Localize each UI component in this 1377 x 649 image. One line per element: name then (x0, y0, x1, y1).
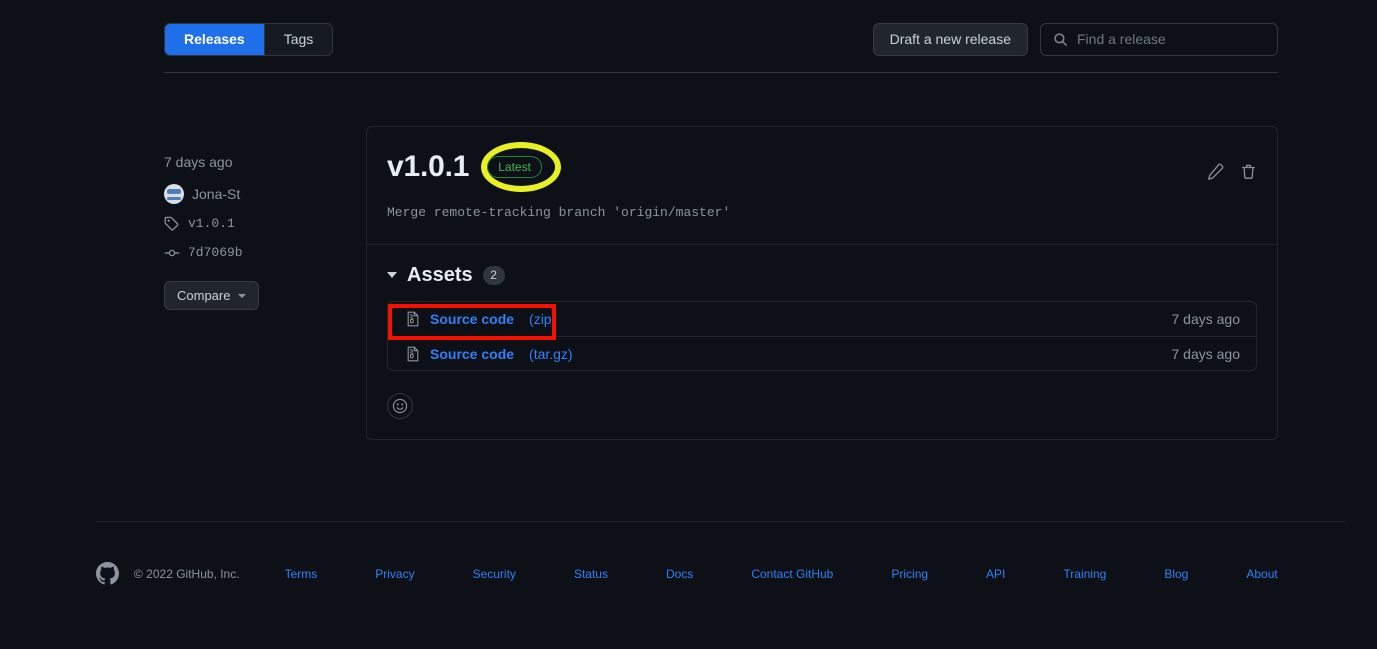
assets-count-badge: 2 (482, 265, 505, 285)
draft-new-release-button[interactable]: Draft a new release (872, 22, 1028, 56)
footer-link-contact-github[interactable]: Contact GitHub (751, 567, 833, 581)
asset-extension: (zip) (529, 311, 557, 327)
releases-tags-switch[interactable]: Releases Tags (164, 22, 334, 56)
releases-page: Releases Tags Draft a new release 7 days… (0, 0, 1377, 649)
footer-link-training[interactable]: Training (1063, 567, 1106, 581)
tag-icon (164, 216, 179, 231)
assets-list: Source code (zip) 7 days ago Source code… (387, 301, 1257, 371)
asset-link[interactable]: Source code (tar.gz) (405, 346, 573, 362)
release-tag[interactable]: v1.0.1 (164, 215, 354, 233)
search-icon (1054, 32, 1067, 46)
releases-toolbar: Releases Tags Draft a new release (164, 22, 1278, 56)
chevron-down-icon (238, 293, 247, 298)
assets-heading: Assets (407, 264, 473, 286)
asset-timestamp: 7 days ago (1171, 311, 1241, 327)
asset-timestamp: 7 days ago (1171, 345, 1241, 362)
footer-link-status[interactable]: Status (574, 567, 608, 581)
asset-extension: (tar.gz) (529, 345, 573, 362)
release-card-actions (1207, 163, 1257, 180)
release-card-body: Assets 2 Source code (zip) 7 days ago So… (367, 245, 1277, 439)
page-title: v1.0.1 (387, 150, 470, 183)
table-row[interactable]: Source code (tar.gz) 7 days ago (388, 336, 1256, 370)
release-commit-message: Merge remote-tracking branch 'origin/mas… (387, 205, 731, 220)
github-mark-icon (96, 562, 119, 585)
header-divider (164, 72, 1278, 73)
footer-link-about[interactable]: About (1246, 567, 1277, 581)
footer-copyright: © 2022 GitHub, Inc. (134, 566, 240, 581)
add-reaction-button[interactable] (387, 393, 413, 419)
table-row[interactable]: Source code (zip) 7 days ago (388, 302, 1256, 336)
pencil-icon[interactable] (1207, 163, 1224, 180)
footer-link-pricing[interactable]: Pricing (891, 567, 928, 581)
find-release-search[interactable] (1040, 22, 1278, 56)
footer-link-blog[interactable]: Blog (1164, 567, 1188, 581)
commit-icon (164, 249, 180, 257)
asset-link[interactable]: Source code (zip) (405, 311, 556, 327)
release-published-date: 7 days ago (164, 154, 233, 170)
release-title-row: v1.0.1 Latest (387, 149, 1257, 185)
footer-links: Terms Privacy Security Status Docs Conta… (285, 567, 1278, 581)
release-meta-sidebar: 7 days ago Jona-St v1.0.1 7d7069b Compar… (164, 152, 354, 310)
footer-link-terms[interactable]: Terms (285, 567, 318, 581)
file-zip-icon (407, 346, 419, 361)
footer-link-privacy[interactable]: Privacy (375, 567, 414, 581)
assets-header[interactable]: Assets 2 (387, 263, 1257, 287)
asset-name: Source code (430, 345, 515, 362)
asset-name: Source code (430, 311, 515, 327)
trash-icon[interactable] (1240, 163, 1257, 180)
avatar (164, 184, 184, 204)
release-author[interactable]: Jona-St (164, 184, 354, 204)
footer-link-api[interactable]: API (986, 567, 1005, 581)
status-badge: Latest (487, 156, 542, 178)
search-input[interactable] (1077, 31, 1265, 47)
file-zip-icon (407, 311, 419, 327)
tab-tags[interactable]: Tags (263, 23, 333, 55)
compare-button[interactable]: Compare (164, 281, 260, 310)
toolbar-right-group: Draft a new release (872, 22, 1278, 56)
triangle-down-icon[interactable] (387, 272, 397, 278)
page-footer: © 2022 GitHub, Inc. Terms Privacy Securi… (96, 562, 1345, 585)
compare-label: Compare (177, 288, 231, 303)
footer-link-docs[interactable]: Docs (666, 567, 693, 581)
author-name: Jona-St (192, 186, 241, 202)
footer-link-security[interactable]: Security (473, 567, 516, 581)
release-commit[interactable]: 7d7069b (164, 244, 354, 262)
smiley-icon (392, 398, 408, 414)
release-card-header: v1.0.1 Latest Merge remote-tracking bran… (367, 127, 1277, 245)
commit-sha: 7d7069b (188, 245, 243, 260)
tag-name: v1.0.1 (188, 216, 235, 231)
tab-releases[interactable]: Releases (165, 23, 264, 55)
footer-divider (96, 521, 1345, 522)
release-card: v1.0.1 Latest Merge remote-tracking bran… (366, 126, 1278, 440)
